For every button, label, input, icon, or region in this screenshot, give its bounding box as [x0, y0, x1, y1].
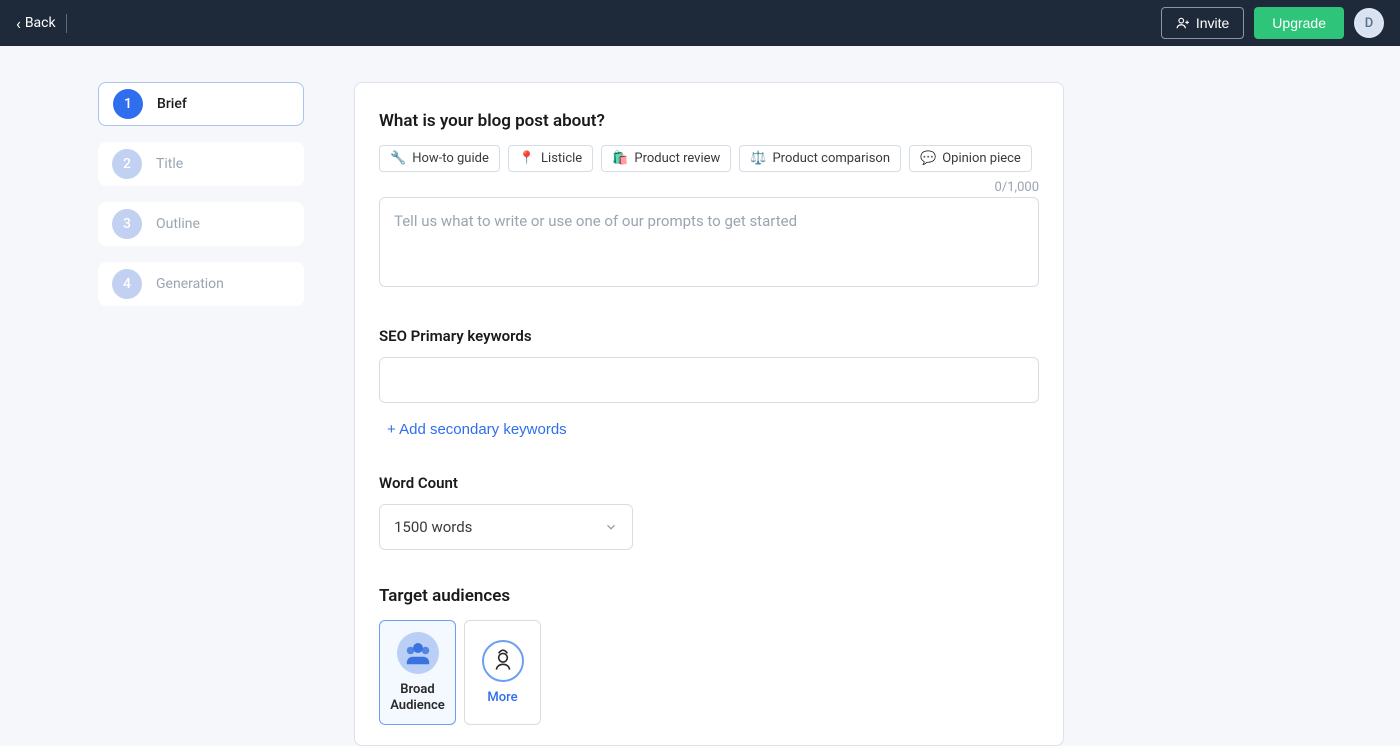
- audience-broad[interactable]: Broad Audience: [379, 620, 456, 725]
- sidebar: 1 Brief 2 Title 3 Outline 4 Generation: [98, 82, 304, 306]
- wordcount-label: Word Count: [379, 474, 1039, 492]
- wordcount-select[interactable]: 1500 words: [379, 504, 633, 550]
- chip-label: Opinion piece: [942, 151, 1021, 166]
- brief-heading: What is your blog post about?: [379, 111, 1039, 131]
- audience-broad-label: Broad Audience: [384, 682, 451, 713]
- back-label: Back: [25, 15, 56, 31]
- step-generation[interactable]: 4 Generation: [98, 262, 304, 306]
- prompt-chips: 🔧 How-to guide 📍 Listicle 🛍️ Product rev…: [379, 145, 1039, 172]
- step-number: 2: [112, 149, 142, 179]
- audience-heading: Target audiences: [379, 586, 1039, 606]
- chip-opinion-piece[interactable]: 💬 Opinion piece: [909, 145, 1032, 172]
- add-secondary-keywords-button[interactable]: + Add secondary keywords: [379, 421, 567, 438]
- back-button[interactable]: Back: [16, 14, 67, 33]
- user-plus-icon: [1176, 16, 1190, 30]
- main-panel: What is your blog post about? 🔧 How-to g…: [354, 82, 1064, 746]
- chip-label: Listicle: [541, 151, 582, 166]
- seo-label: SEO Primary keywords: [379, 327, 1039, 345]
- invite-button[interactable]: Invite: [1161, 7, 1244, 39]
- chip-howto[interactable]: 🔧 How-to guide: [379, 145, 500, 172]
- add-secondary-label: + Add secondary keywords: [387, 421, 567, 438]
- step-label: Outline: [156, 216, 200, 232]
- upgrade-button[interactable]: Upgrade: [1254, 7, 1344, 39]
- avatar[interactable]: D: [1354, 8, 1384, 38]
- audience-more-label: More: [487, 690, 517, 705]
- avatar-initial: D: [1365, 16, 1374, 31]
- chip-listicle[interactable]: 📍 Listicle: [508, 145, 593, 172]
- step-label: Generation: [156, 276, 224, 292]
- char-counter: 0/1,000: [379, 180, 1039, 195]
- step-brief[interactable]: 1 Brief: [98, 82, 304, 126]
- step-number: 3: [112, 209, 142, 239]
- chip-label: Product review: [634, 151, 720, 166]
- upgrade-label: Upgrade: [1272, 15, 1326, 31]
- chip-label: Product comparison: [772, 151, 890, 166]
- step-label: Title: [156, 156, 183, 172]
- step-number: 4: [112, 269, 142, 299]
- topbar: Back Invite Upgrade D: [0, 0, 1400, 46]
- wordcount-section: Word Count 1500 words: [355, 474, 1063, 550]
- chip-label: How-to guide: [412, 151, 489, 166]
- wordcount-value: 1500 words: [394, 518, 472, 536]
- shopping-icon: 🛍️: [612, 151, 628, 166]
- step-title[interactable]: 2 Title: [98, 142, 304, 186]
- topbar-right: Invite Upgrade D: [1161, 7, 1384, 39]
- seo-section: SEO Primary keywords + Add secondary key…: [355, 327, 1063, 438]
- step-number: 1: [113, 89, 143, 119]
- person-icon: [482, 640, 524, 682]
- group-icon: [397, 632, 439, 674]
- content: 1 Brief 2 Title 3 Outline 4 Generation W…: [0, 46, 1400, 746]
- audience-section: Target audiences Broad Audience More: [355, 586, 1063, 725]
- speech-icon: 💬: [920, 151, 936, 166]
- chip-product-review[interactable]: 🛍️ Product review: [601, 145, 731, 172]
- chevron-down-icon: [604, 520, 618, 534]
- chip-product-comparison[interactable]: ⚖️ Product comparison: [739, 145, 901, 172]
- wrench-icon: 🔧: [390, 151, 406, 166]
- seo-primary-input[interactable]: [379, 357, 1039, 403]
- brief-textarea[interactable]: [379, 197, 1039, 287]
- invite-label: Invite: [1196, 15, 1229, 31]
- scale-icon: ⚖️: [750, 151, 766, 166]
- audience-row: Broad Audience More: [379, 620, 1039, 725]
- step-label: Brief: [157, 96, 187, 112]
- pin-icon: 📍: [519, 151, 535, 166]
- step-outline[interactable]: 3 Outline: [98, 202, 304, 246]
- audience-more[interactable]: More: [464, 620, 541, 725]
- brief-section: What is your blog post about? 🔧 How-to g…: [355, 111, 1063, 291]
